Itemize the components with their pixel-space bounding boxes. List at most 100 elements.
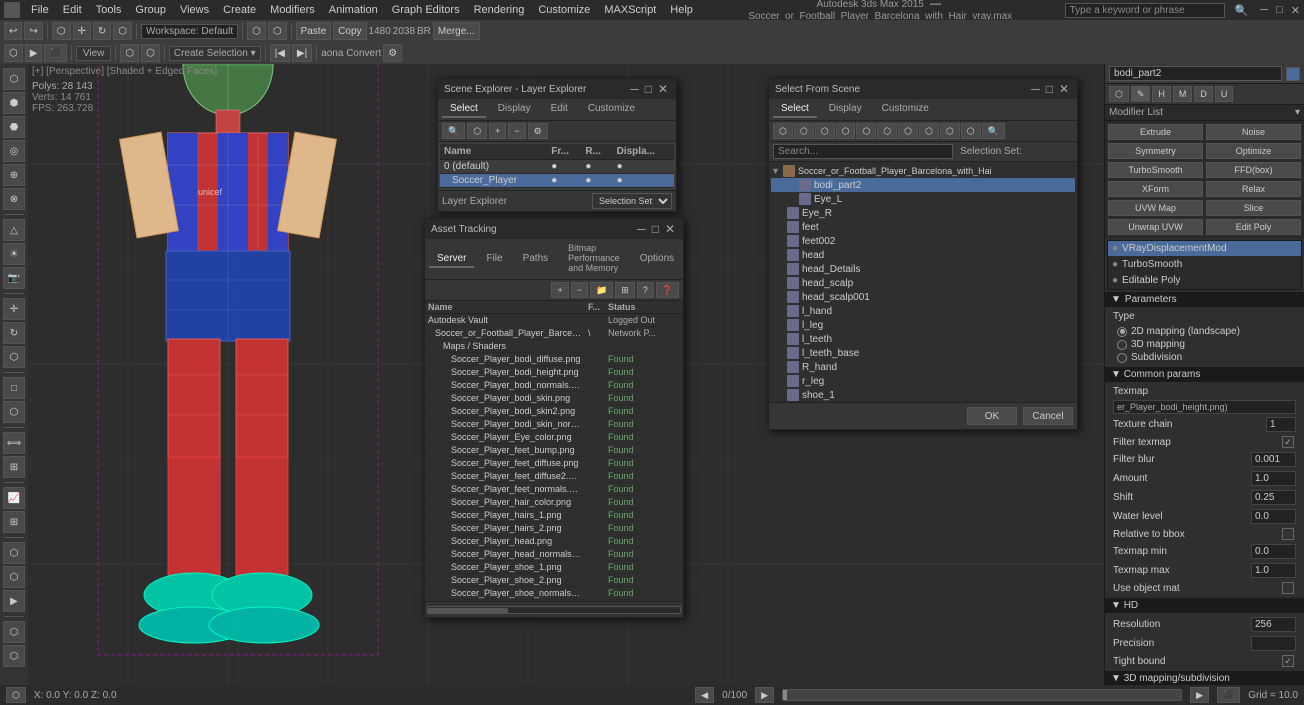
asset-scrollthumb[interactable] [428, 608, 508, 614]
se-tab-select[interactable]: Select [442, 101, 486, 118]
hd-header[interactable]: ▼ HD [1105, 598, 1304, 613]
asset-row-maps-folder[interactable]: Maps / Shaders [425, 340, 683, 353]
select-btn[interactable]: ⬡ [52, 22, 71, 40]
material-editor-tool[interactable]: ⬡ [3, 542, 25, 564]
modifier-list-dropdown[interactable]: ▾ [1295, 107, 1300, 118]
selection-btn[interactable]: Create Selection ▾ [169, 46, 261, 61]
merge-btn[interactable]: Merge... [433, 22, 480, 40]
asset-row-bodi-skin2[interactable]: Soccer_Player_bodi_skin2.png Found [425, 405, 683, 418]
status-select-btn[interactable]: ⬡ [6, 687, 26, 703]
noise-btn[interactable]: Noise [1206, 124, 1301, 140]
asset-row-vault[interactable]: Autodesk Vault Logged Out [425, 314, 683, 327]
tree-item-l-hand[interactable]: l_hand [771, 304, 1075, 318]
resolution-input[interactable] [1251, 617, 1296, 632]
tree-item-head-scalp001[interactable]: head_scalp001 [771, 290, 1075, 304]
asset-close[interactable]: ✕ [663, 222, 677, 236]
cancel-btn[interactable]: Cancel [1023, 407, 1073, 425]
lights-tool[interactable]: ☀ [3, 243, 25, 265]
sfs-btn6[interactable]: ⬡ [877, 123, 897, 139]
asset-row-eye-color[interactable]: Soccer_Player_Eye_color.png Found [425, 431, 683, 444]
view-dropdown[interactable]: View [76, 46, 112, 61]
tree-item-head-details[interactable]: head_Details [771, 262, 1075, 276]
menu-animation[interactable]: Animation [326, 4, 381, 16]
object-color-swatch[interactable] [1286, 67, 1300, 81]
modify-tool[interactable]: ⬢ [3, 92, 25, 114]
water-level-input[interactable] [1251, 509, 1296, 524]
utilities-panel-btn[interactable]: U [1215, 86, 1234, 102]
hierarchy-panel-btn[interactable]: H [1152, 86, 1171, 102]
sfs-btn9[interactable]: ⬡ [940, 123, 960, 139]
asset-tab-bitmap[interactable]: Bitmap Performance and Memory [560, 241, 628, 277]
asset-row-bodi-normals[interactable]: Soccer_Player_bodi_normals.png Found [425, 379, 683, 392]
sfs-btn3[interactable]: ⬡ [815, 123, 835, 139]
asset-minimize[interactable]: ─ [635, 222, 648, 236]
asset-scrolltrack[interactable] [427, 606, 681, 614]
asset-question-btn[interactable]: ❓ [656, 282, 679, 298]
modifier-editable-poly[interactable]: ● Editable Poly [1108, 273, 1301, 289]
create-panel-btn[interactable]: ⬡ [1109, 86, 1129, 102]
se-add-btn[interactable]: + [489, 123, 506, 139]
shapes-tool[interactable]: △ [3, 219, 25, 241]
play-btn-status[interactable]: ▶ [1190, 687, 1209, 703]
asset-row-feet-diffuse2[interactable]: Soccer_Player_feet_diffuse2.png Found [425, 470, 683, 483]
align-tool[interactable]: ⊞ [3, 456, 25, 478]
tex-chain-input[interactable] [1266, 417, 1296, 432]
key-btn[interactable]: ⬡ [4, 44, 23, 62]
render-tool[interactable]: ▶ [3, 590, 25, 612]
menu-graph-editors[interactable]: Graph Editors [389, 4, 463, 16]
asset-tab-paths[interactable]: Paths [515, 251, 557, 268]
sfs-tab-select[interactable]: Select [773, 101, 817, 118]
asset-row-head[interactable]: Soccer_Player_head.png Found [425, 535, 683, 548]
asset-row-hair-color[interactable]: Soccer_Player_hair_color.png Found [425, 496, 683, 509]
corona-btn[interactable]: ⚙ [383, 44, 402, 62]
asset-tab-server[interactable]: Server [429, 251, 474, 268]
schematic-tool[interactable]: ⊞ [3, 511, 25, 533]
sfs-tab-display[interactable]: Display [821, 101, 870, 118]
tree-item-feet002[interactable]: feet002 [771, 234, 1075, 248]
se-options-btn[interactable]: ⚙ [528, 123, 548, 139]
se-remove-btn[interactable]: − [508, 123, 525, 139]
asset-row-bodi-skin-normals[interactable]: Soccer_Player_bodi_skin_normals.png Foun… [425, 418, 683, 431]
tree-item-l-leg[interactable]: l_leg [771, 318, 1075, 332]
tight-bound-checkbox[interactable] [1282, 655, 1294, 667]
asset-tab-file[interactable]: File [478, 251, 510, 268]
tree-item-r-hand[interactable]: R_hand [771, 360, 1075, 374]
snap-btn[interactable]: ⬡ [120, 44, 139, 62]
utilities-tool[interactable]: ⊗ [3, 188, 25, 210]
motion-panel-btn[interactable]: M [1173, 86, 1193, 102]
asset-scrollbar[interactable] [425, 601, 683, 617]
scene-explorer-restore[interactable]: □ [643, 82, 654, 96]
turbosmooth-btn[interactable]: TurboSmooth [1108, 162, 1203, 178]
rotate-tool[interactable]: ↻ [3, 322, 25, 344]
asset-row-soccer-folder[interactable]: Soccer_or_Football_Player_Barcelona_with… [425, 327, 683, 340]
asset-row-feet-normals[interactable]: Soccer_Player_feet_normals.png Found [425, 483, 683, 496]
frame-prev[interactable]: |◀ [270, 44, 290, 62]
tree-item-eye-l[interactable]: Eye_L [771, 192, 1075, 206]
ok-btn[interactable]: OK [967, 407, 1017, 425]
display-panel-btn[interactable]: D [1194, 86, 1213, 102]
sfs-btn10[interactable]: ⬡ [961, 123, 981, 139]
select-object-tool[interactable]: ⬡ [3, 401, 25, 423]
modify-panel-btn[interactable]: ✎ [1131, 86, 1151, 102]
tree-item-l-teeth-base[interactable]: l_teeth_base [771, 346, 1075, 360]
tree-item-bodi-part2[interactable]: bodi_part2 [771, 178, 1075, 192]
sfs-btn8[interactable]: ⬡ [919, 123, 939, 139]
asset-row-bodi-height[interactable]: Soccer_Player_bodi_height.png Found [425, 366, 683, 379]
se-search-btn[interactable]: 🔍 [442, 123, 465, 139]
tree-item-head-scalp[interactable]: head_scalp [771, 276, 1075, 290]
se-filter-btn[interactable]: ⬡ [467, 123, 487, 139]
asset-add-btn[interactable]: + [551, 282, 568, 298]
tree-item-l-teeth[interactable]: l_teeth [771, 332, 1075, 346]
menu-help[interactable]: Help [667, 4, 696, 16]
sfs-search-btn[interactable]: 🔍 [982, 123, 1005, 139]
scale-tool[interactable]: ⬡ [3, 346, 25, 368]
mirror-tool[interactable]: ⟺ [3, 432, 25, 454]
tree-item-r-leg[interactable]: r_leg [771, 374, 1075, 388]
scene-explorer-minimize[interactable]: ─ [628, 82, 641, 96]
copy-btn[interactable]: Copy [333, 22, 366, 40]
d3d-mapping-header[interactable]: ▼ 3D mapping/subdivision [1105, 671, 1304, 685]
shift-input[interactable]: 0.25 [1251, 490, 1296, 505]
graph-tool[interactable]: 📈 [3, 487, 25, 509]
tree-item-eye-r[interactable]: Eye_R [771, 206, 1075, 220]
relax-btn[interactable]: Relax [1206, 181, 1301, 197]
